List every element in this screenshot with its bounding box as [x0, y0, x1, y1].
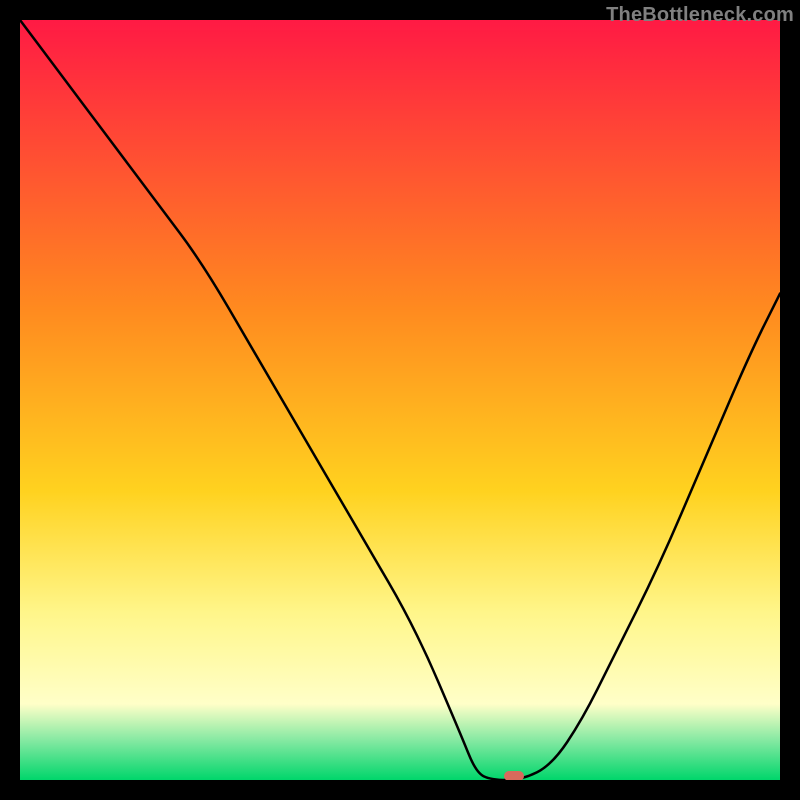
chart-stage: TheBottleneck.com: [0, 0, 800, 800]
watermark-label: TheBottleneck.com: [606, 4, 794, 27]
plot-area: [20, 20, 780, 780]
optimal-marker: [504, 771, 524, 780]
bottleneck-curve: [20, 20, 780, 780]
